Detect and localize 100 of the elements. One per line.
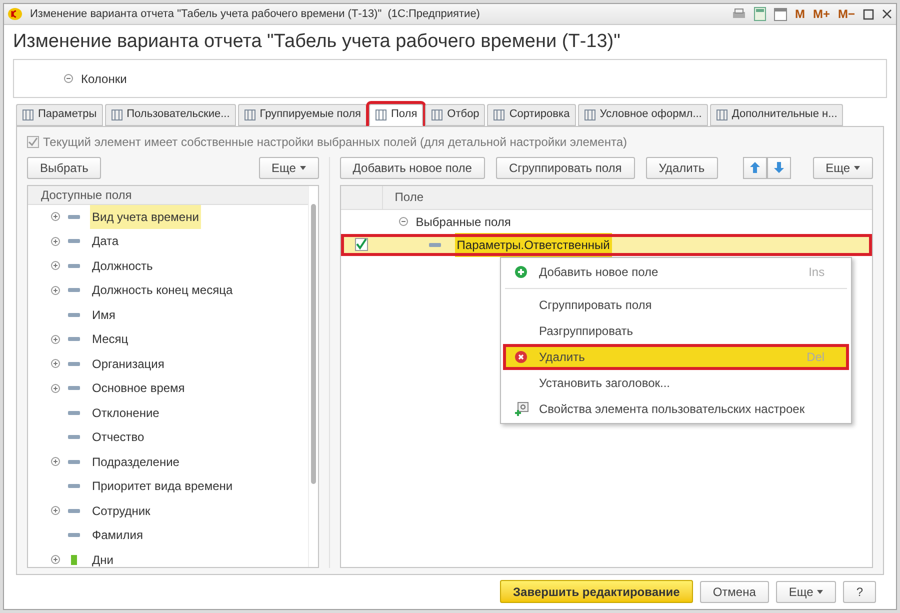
more-button[interactable]: Еще [776,580,836,603]
select-button[interactable]: Выбрать [27,156,102,179]
delete-button[interactable]: Удалить [646,156,718,179]
tab-icon [22,108,34,121]
checkbox[interactable] [355,238,368,252]
menu-item[interactable]: Разгруппировать [503,318,849,344]
column-header: Доступные поля [41,186,132,204]
checkbox-label: Текущий элемент имеет собственные настройки выбранных полей (для детальной настройки элемента) [43,134,627,151]
menu-item[interactable]: Свойства элемента пользовательских настроек [503,396,849,422]
field-icon [68,508,80,513]
field-icon [68,484,80,488]
tab[interactable]: Сортировка [487,104,576,126]
move-down-button[interactable] [766,156,791,179]
expand-icon[interactable] [51,506,60,516]
expand-icon[interactable] [51,212,60,222]
tab-icon [493,108,506,121]
field-icon [68,288,80,292]
tab[interactable]: Отбор [425,104,486,126]
field-item[interactable]: Фамилия [90,523,145,548]
expand-icon[interactable] [51,359,60,368]
tab[interactable]: Условное оформл... [578,104,708,126]
delete-icon [515,351,527,363]
shortcut-text: Del [806,349,825,366]
menu-item[interactable]: Удалить Del [503,344,849,370]
menu-item[interactable]: Сгруппировать поля [503,292,849,318]
tab[interactable]: Пользовательские... [104,104,236,126]
tab[interactable]: Поля [369,104,424,126]
printer-icon[interactable] [732,8,746,20]
add-icon [515,266,527,278]
expand-icon[interactable] [51,334,60,344]
field-item[interactable]: Имя [90,302,118,327]
tab[interactable]: Группируемые поля [238,104,367,126]
tab-icon [110,108,123,121]
more-button[interactable]: Еще [258,156,319,179]
group-fields-button[interactable]: Сгруппировать поля [496,156,635,179]
menu-item[interactable]: Добавить новое поле Ins [503,259,849,285]
tab-icon [375,108,387,121]
tab[interactable]: Дополнительные н... [710,104,844,126]
expand-icon[interactable] [51,286,60,295]
menu-item[interactable]: Установить заголовок... [503,370,849,396]
tab-icon [584,108,596,121]
cancel-button[interactable]: Отмена [700,580,769,603]
add-field-button[interactable]: Добавить новое поле [340,156,485,179]
field-icon [68,435,80,440]
field-icon [68,460,80,464]
tab[interactable]: Параметры [16,104,103,126]
expand-icon[interactable] [51,261,60,270]
collapse-icon[interactable] [398,217,408,226]
app-logo-icon [8,8,22,20]
expand-icon[interactable] [51,457,60,466]
column-header: Поле [394,189,424,206]
tree-item[interactable]: Колонки [81,70,127,88]
memory-tool[interactable]: M− [838,5,855,24]
finish-editing-button[interactable]: Завершить редактирование [500,580,693,604]
field-item[interactable]: Организация [90,352,166,376]
scrollbar[interactable] [308,186,318,567]
memory-tool[interactable]: M [794,5,805,24]
more-button[interactable]: Еще [812,156,873,179]
expand-icon[interactable] [51,384,60,393]
calculator-icon[interactable] [754,7,766,22]
collapse-icon[interactable] [64,74,73,84]
move-up-button[interactable] [742,156,767,179]
field-item[interactable]: Сотрудник [90,498,152,523]
field-row[interactable]: Параметры.Ответственный [340,234,872,256]
window-title: Изменение варианта отчета "Табель учета рабочего времени (Т-13)" (1С:Предприятие) [30,6,480,22]
field-item[interactable]: Месяц [90,327,130,352]
field-item[interactable]: Должность [90,254,155,278]
settings-icon [515,402,529,416]
close-icon[interactable] [882,9,892,20]
field-item[interactable]: Дни [90,548,116,567]
field-item[interactable]: Отклонение [90,400,162,425]
field-item[interactable]: Подразделение [90,450,182,474]
field-item[interactable]: Дата [90,229,121,254]
group-item[interactable]: Выбранные поля [416,212,511,231]
field-icon [68,410,80,415]
field-icon [68,362,80,366]
tab-icon [431,108,444,121]
field-icon [68,533,80,538]
tab-icon [244,108,256,121]
field-icon [68,312,80,317]
field-item[interactable]: Основное время [90,376,187,400]
field-icon [428,242,441,247]
field-icon [68,386,80,390]
field-icon [68,239,80,244]
field-item[interactable]: Вид учета времени [90,204,201,229]
restore-icon[interactable] [863,8,874,20]
arrow-up-icon [750,162,760,174]
field-item[interactable]: Должность конец месяца [90,278,235,302]
resource-icon [71,554,77,565]
memory-tool[interactable]: M+ [812,5,830,24]
field-icon [68,337,80,342]
field-label: Параметры.Ответственный [454,232,612,257]
expand-icon[interactable] [51,236,60,246]
field-item[interactable]: Отчество [90,425,146,450]
field-item[interactable]: Приоритет вида времени [90,474,235,498]
expand-icon[interactable] [51,555,60,564]
shortcut-text: Ins [808,264,825,281]
caret-icon [300,166,306,170]
arrow-down-icon [774,162,784,174]
help-button[interactable]: ? [843,580,876,603]
